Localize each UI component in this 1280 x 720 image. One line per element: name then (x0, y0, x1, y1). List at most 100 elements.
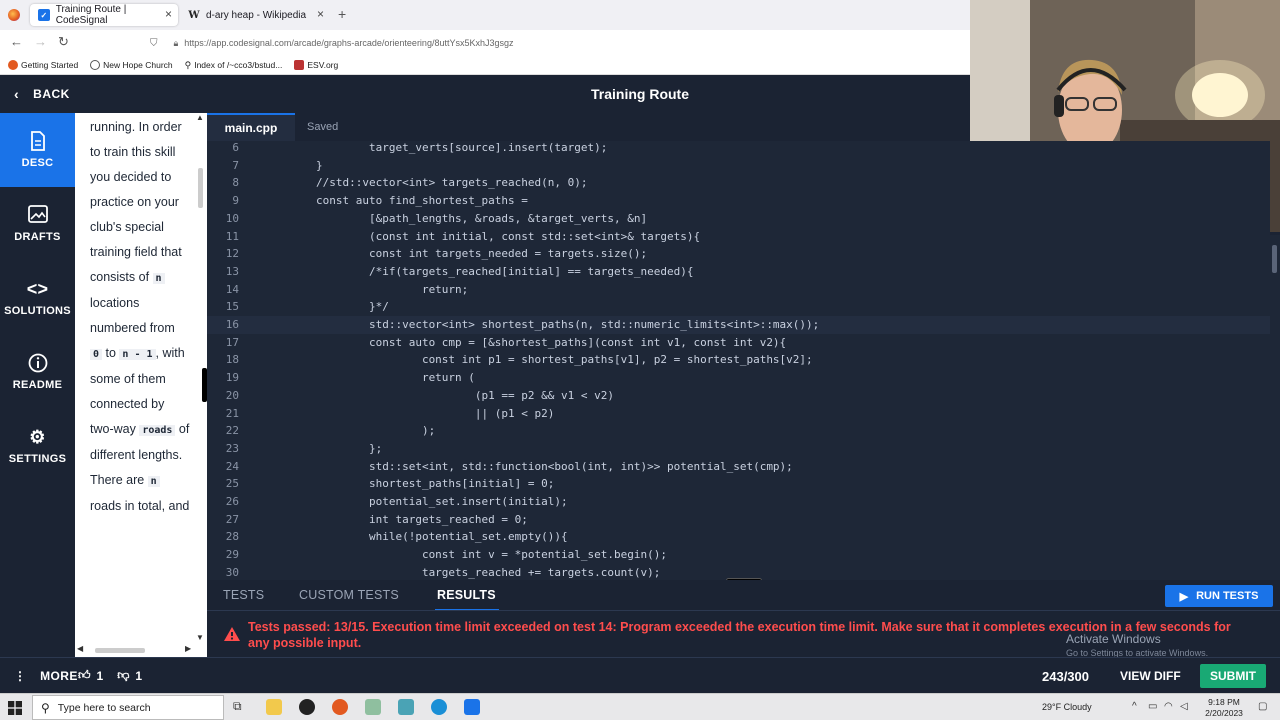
code-line[interactable]: 8 //std::vector<int> targets_reached(n, … (207, 174, 1270, 192)
volume-icon[interactable]: ◁ (1180, 701, 1188, 712)
reload-icon[interactable]: ↻ (58, 34, 69, 50)
code-line[interactable]: 21 || (p1 < p2) (207, 405, 1270, 423)
code-line[interactable]: 14 return; (207, 281, 1270, 299)
calculator-icon[interactable] (464, 699, 480, 715)
pin-icon: ⚲ (184, 59, 192, 70)
run-tests-button[interactable]: ▶ RUN TESTS (1165, 585, 1273, 607)
code-line[interactable]: 9 const auto find_shortest_paths = (207, 192, 1270, 210)
codesignal-favicon-icon: ✓ (38, 9, 50, 21)
nav-settings[interactable]: ⚙ SETTINGS (0, 409, 75, 483)
code-line[interactable]: 29 const int v = *potential_set.begin(); (207, 546, 1270, 564)
browser-tab-wikipedia[interactable]: W d-ary heap - Wikipedia × (182, 4, 330, 26)
scroll-thumb[interactable] (95, 648, 145, 653)
firefox-menu-icon[interactable] (8, 9, 20, 21)
nav-desc[interactable]: DESC (0, 113, 75, 187)
description-panel[interactable]: running. In order to train this skill yo… (75, 113, 207, 657)
file-explorer-icon[interactable] (266, 699, 282, 715)
scroll-thumb[interactable] (1272, 245, 1277, 273)
firefox-taskbar-icon[interactable] (332, 699, 348, 715)
nav-solutions[interactable]: <> SOLUTIONS (0, 261, 75, 335)
bookmark-item[interactable]: Getting Started (8, 60, 78, 70)
bookmark-item[interactable]: ESV.org (294, 60, 338, 70)
code-line[interactable]: 18 const int p1 = shortest_paths[v1], p2… (207, 351, 1270, 369)
clock-date: 2/20/2023 (1205, 708, 1243, 718)
chrome-icon[interactable] (299, 699, 315, 715)
bookmark-item[interactable]: New Hope Church (90, 60, 173, 70)
code-line[interactable]: 7 } (207, 157, 1270, 175)
view-diff-button[interactable]: VIEW DIFF (1120, 669, 1181, 683)
code-line[interactable]: 23 }; (207, 440, 1270, 458)
globe-icon (90, 60, 101, 70)
scroll-left-icon[interactable]: ◀ (77, 644, 83, 653)
more-vertical-icon: ⋮ (14, 669, 27, 683)
code-line[interactable]: 27 int targets_reached = 0; (207, 511, 1270, 529)
scroll-thumb[interactable] (198, 168, 203, 208)
code-line[interactable]: 28 while(!potential_set.empty()){ (207, 528, 1270, 546)
line-code: const int targets_needed = targets.size(… (263, 247, 648, 261)
tab-tests[interactable]: TESTS (223, 588, 264, 602)
app-icon[interactable] (398, 699, 414, 715)
code-line[interactable]: 20 (p1 == p2 && v1 < v2) (207, 387, 1270, 405)
line-code: shortest_paths[initial] = 0; (263, 477, 555, 491)
code-line[interactable]: 13 /*if(targets_reached[initial] == targ… (207, 263, 1270, 281)
line-code: }*/ (263, 300, 389, 314)
nav-readme[interactable]: README (0, 335, 75, 409)
chevron-up-icon[interactable]: ^ (1132, 701, 1137, 712)
line-number: 8 (232, 176, 239, 190)
code-line[interactable]: 19 return ( (207, 369, 1270, 387)
editor-scrollbar[interactable] (1270, 235, 1280, 580)
network-icon[interactable]: ▭ (1148, 701, 1157, 712)
description-hscrollbar[interactable]: ◀ ▶ (75, 643, 195, 657)
forward-arrow-icon[interactable]: → (34, 34, 47, 49)
windows-start-icon[interactable] (8, 701, 22, 715)
code-line[interactable]: 10 [&path_lengths, &roads, &target_verts… (207, 210, 1270, 228)
code-line[interactable]: 11 (const int initial, const std::set<in… (207, 228, 1270, 246)
scroll-up-icon[interactable]: ▲ (196, 113, 204, 122)
submit-button[interactable]: SUBMIT (1200, 664, 1266, 688)
code-brackets-icon: <> (26, 279, 49, 299)
system-clock[interactable]: 9:18 PM 2/20/2023 (1200, 697, 1248, 719)
tab-custom-tests[interactable]: CUSTOM TESTS (299, 588, 399, 602)
weather-widget[interactable]: 29°F Cloudy (1042, 702, 1092, 712)
file-tab[interactable]: main.cpp (207, 113, 295, 141)
code-line[interactable]: 12 const int targets_needed = targets.si… (207, 245, 1270, 263)
bottom-bar: ⋮ MORE 👍︎ 1 👎︎ 1 243/300 VIEW DIFF SUBMI… (0, 657, 1280, 693)
app-icon[interactable] (365, 699, 381, 715)
description-segment: roads in total, and (90, 499, 190, 513)
back-arrow-icon[interactable]: ← (10, 34, 23, 49)
browser-tab-codesignal[interactable]: ✓ Training Route | CodeSignal × (30, 4, 178, 26)
lock-icon[interactable]: 🔒︎ (174, 38, 179, 49)
scroll-down-icon[interactable]: ▼ (196, 633, 204, 642)
task-view-icon[interactable]: ⧉ (233, 699, 249, 715)
edge-icon[interactable] (431, 699, 447, 715)
wifi-icon[interactable]: ◠ (1164, 701, 1173, 712)
code-editor[interactable]: 6 target_verts[source].insert(target); 7 … (207, 141, 1270, 580)
close-tab-icon[interactable]: × (165, 7, 172, 21)
line-number: 27 (225, 512, 239, 526)
code-line[interactable]: 24 std::set<int, std::function<bool(int,… (207, 458, 1270, 476)
notification-icon[interactable]: ▢ (1258, 701, 1267, 712)
line-code: int targets_reached = 0; (263, 512, 528, 526)
scroll-right-icon[interactable]: ▶ (185, 644, 191, 653)
code-line[interactable]: 25 shortest_paths[initial] = 0; (207, 475, 1270, 493)
thumbs-up-icon[interactable]: 👍︎ (78, 668, 91, 683)
shield-icon[interactable]: ⛉ (150, 38, 158, 49)
code-line[interactable]: 22 ); (207, 422, 1270, 440)
bookmark-item[interactable]: ⚲ Index of /~cco3/bstud... (185, 60, 283, 71)
code-line[interactable]: 6 target_verts[source].insert(target); (207, 141, 1270, 157)
close-tab-icon[interactable]: × (317, 7, 324, 21)
tab-results[interactable]: RESULTS (437, 588, 496, 602)
score: 243/300 (1042, 669, 1089, 684)
thumbs-down-icon[interactable]: 👎︎ (117, 668, 129, 683)
code-line[interactable]: 26 potential_set.insert(initial); (207, 493, 1270, 511)
taskbar-search-input[interactable]: ⚲ Type here to search (32, 695, 224, 720)
back-button[interactable]: ‹ BACK (14, 86, 70, 102)
url-bar[interactable]: ⛉ 🔒︎ https://app.codesignal.com/arcade/g… (150, 33, 960, 53)
line-number: 22 (225, 424, 239, 438)
more-button[interactable]: ⋮ MORE (14, 669, 78, 683)
new-tab-button[interactable]: + (338, 6, 346, 22)
code-line[interactable]: 17 const auto cmp = [&shortest_paths](co… (207, 334, 1270, 352)
code-line[interactable]: 16 std::vector<int> shortest_paths(n, st… (207, 316, 1270, 334)
code-line[interactable]: 15 }*/ (207, 298, 1270, 316)
nav-drafts[interactable]: DRAFTS (0, 187, 75, 261)
